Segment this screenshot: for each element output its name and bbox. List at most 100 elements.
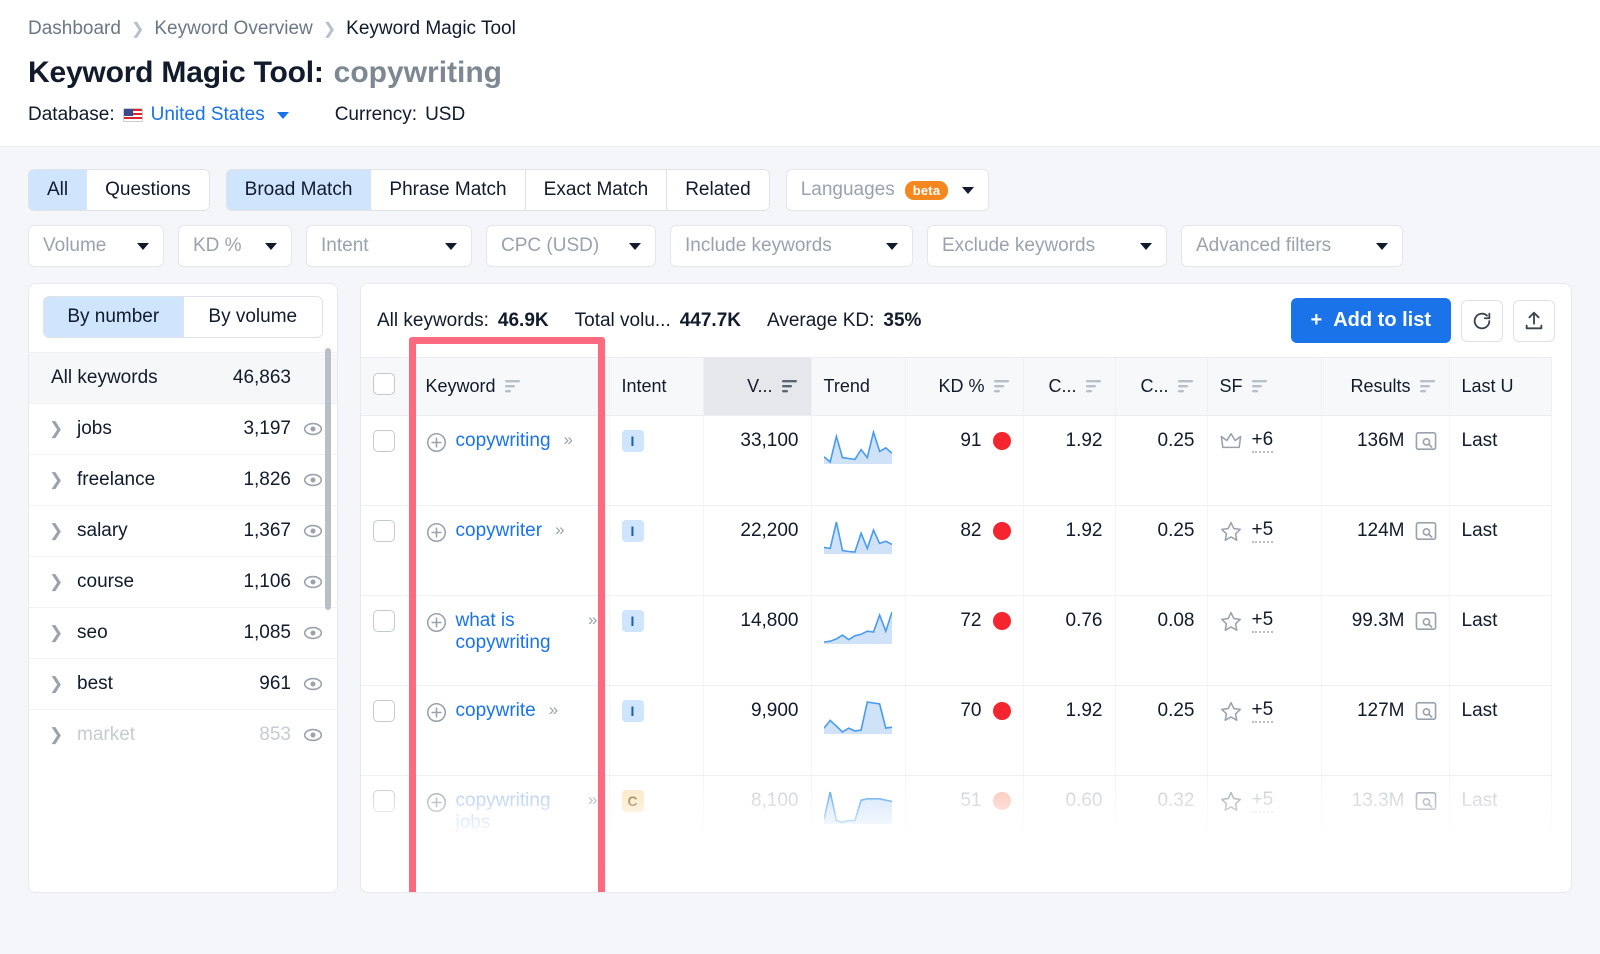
serp-icon[interactable] bbox=[1415, 521, 1437, 541]
breadcrumb-item-dashboard[interactable]: Dashboard bbox=[28, 18, 121, 40]
cell-intent[interactable]: I bbox=[609, 685, 704, 776]
eye-icon[interactable] bbox=[303, 623, 323, 643]
cell-sf[interactable]: +5 bbox=[1207, 685, 1322, 776]
tab-related[interactable]: Related bbox=[667, 170, 769, 210]
filter-cpc[interactable]: CPC (USD) bbox=[486, 225, 656, 267]
eye-icon[interactable] bbox=[303, 419, 323, 439]
sort-icon[interactable] bbox=[1177, 380, 1195, 393]
th-keyword[interactable]: Keyword bbox=[413, 357, 610, 416]
row-checkbox[interactable] bbox=[373, 790, 395, 812]
serp-icon[interactable] bbox=[1415, 431, 1437, 451]
star-icon[interactable] bbox=[1220, 521, 1242, 542]
sidebar-toggle-by-volume[interactable]: By volume bbox=[183, 297, 322, 337]
keyword-link[interactable]: what is copywriting bbox=[456, 610, 576, 654]
th-kd[interactable]: KD % bbox=[905, 357, 1024, 416]
sidebar-item-jobs[interactable]: ❯ jobs 3,197 bbox=[29, 403, 337, 454]
tab-broad-match[interactable]: Broad Match bbox=[226, 170, 372, 210]
cell-keyword[interactable]: copywriter » bbox=[413, 505, 610, 596]
chevron-right-icon[interactable]: ❯ bbox=[49, 470, 65, 490]
sort-icon[interactable] bbox=[1419, 380, 1437, 393]
sidebar-item-salary[interactable]: ❯ salary 1,367 bbox=[29, 505, 337, 556]
export-button[interactable] bbox=[1513, 299, 1555, 342]
cell-keyword[interactable]: copywriting jobs » bbox=[413, 775, 610, 866]
expand-chevrons-icon[interactable]: » bbox=[555, 520, 565, 540]
chevron-right-icon[interactable]: ❯ bbox=[49, 521, 65, 541]
cell-sf[interactable]: +6 bbox=[1207, 415, 1322, 506]
sf-more-count[interactable]: +5 bbox=[1251, 519, 1274, 543]
filter-volume[interactable]: Volume bbox=[28, 225, 164, 267]
filter-intent[interactable]: Intent bbox=[306, 225, 472, 267]
th-cpc[interactable]: C... bbox=[1023, 357, 1116, 416]
cell-checkbox[interactable] bbox=[361, 415, 414, 506]
sidebar-item-course[interactable]: ❯ course 1,106 bbox=[29, 556, 337, 607]
star-icon[interactable] bbox=[1220, 791, 1242, 812]
table-row[interactable]: copywriting jobs » C 8,100 51 0.60 0.32 +5 13.3M… bbox=[361, 775, 1552, 866]
th-volume[interactable]: V... bbox=[703, 357, 812, 416]
row-checkbox[interactable] bbox=[373, 520, 395, 542]
database-selector[interactable]: Database: United States bbox=[28, 104, 289, 126]
sidebar-toggle-by-number[interactable]: By number bbox=[44, 297, 184, 337]
tab-phrase-match[interactable]: Phrase Match bbox=[371, 170, 526, 210]
expand-chevrons-icon[interactable]: » bbox=[588, 610, 598, 630]
cell-sf[interactable]: +5 bbox=[1207, 595, 1322, 686]
eye-icon[interactable] bbox=[303, 521, 323, 541]
cell-sf[interactable]: +5 bbox=[1207, 775, 1322, 866]
sort-icon[interactable] bbox=[781, 380, 799, 393]
th-select-all[interactable] bbox=[361, 357, 414, 416]
cell-intent[interactable]: C bbox=[609, 775, 704, 866]
chevron-right-icon[interactable]: ❯ bbox=[49, 623, 65, 643]
tab-questions[interactable]: Questions bbox=[87, 170, 209, 210]
row-checkbox[interactable] bbox=[373, 700, 395, 722]
refresh-button[interactable] bbox=[1461, 299, 1503, 342]
th-results[interactable]: Results bbox=[1321, 357, 1450, 416]
cell-checkbox[interactable] bbox=[361, 775, 414, 866]
sf-more-count[interactable]: +5 bbox=[1251, 699, 1274, 723]
database-value[interactable]: United States bbox=[151, 104, 265, 126]
add-to-list-button[interactable]: + Add to list bbox=[1290, 298, 1451, 343]
add-keyword-icon[interactable] bbox=[426, 792, 447, 813]
row-checkbox[interactable] bbox=[373, 610, 395, 632]
table-row[interactable]: copywriting » I 33,100 91 1.92 0.25 +6 136M Last bbox=[361, 415, 1552, 506]
sf-more-count[interactable]: +5 bbox=[1251, 789, 1274, 813]
sidebar-scrollbar-thumb[interactable] bbox=[325, 348, 331, 610]
eye-icon[interactable] bbox=[303, 470, 323, 490]
sidebar-item-freelance[interactable]: ❯ freelance 1,826 bbox=[29, 454, 337, 505]
expand-chevrons-icon[interactable]: » bbox=[549, 700, 559, 720]
expand-chevrons-icon[interactable]: » bbox=[564, 430, 574, 450]
sidebar-scrollbar[interactable] bbox=[325, 348, 331, 718]
chevron-right-icon[interactable]: ❯ bbox=[49, 419, 65, 439]
chevron-right-icon[interactable]: ❯ bbox=[49, 674, 65, 694]
sort-icon[interactable] bbox=[1085, 380, 1103, 393]
crown-icon[interactable] bbox=[1220, 431, 1242, 451]
table-row[interactable]: what is copywriting » I 14,800 72 0.76 0.08 +5 9… bbox=[361, 595, 1552, 686]
sf-more-count[interactable]: +5 bbox=[1251, 609, 1274, 633]
keyword-link[interactable]: copywriter bbox=[456, 520, 543, 542]
sidebar-item-best[interactable]: ❯ best 961 bbox=[29, 658, 337, 709]
tab-all[interactable]: All bbox=[29, 170, 88, 210]
table-scroll-region[interactable]: Keyword Intent V... Trend KD % C... C...… bbox=[361, 357, 1571, 866]
sf-more-count[interactable]: +6 bbox=[1251, 429, 1274, 453]
cell-keyword[interactable]: copywrite » bbox=[413, 685, 610, 776]
keyword-link[interactable]: copywriting jobs bbox=[456, 790, 576, 834]
sidebar-item-seo[interactable]: ❯ seo 1,085 bbox=[29, 607, 337, 658]
star-icon[interactable] bbox=[1220, 611, 1242, 632]
select-all-checkbox[interactable] bbox=[373, 373, 395, 395]
chevron-down-icon[interactable] bbox=[276, 111, 289, 119]
row-checkbox[interactable] bbox=[373, 430, 395, 452]
sort-icon[interactable] bbox=[1251, 380, 1269, 393]
tab-exact-match[interactable]: Exact Match bbox=[525, 170, 668, 210]
th-sf[interactable]: SF bbox=[1207, 357, 1322, 416]
star-icon[interactable] bbox=[1220, 701, 1242, 722]
sidebar-item-market[interactable]: ❯ market 853 bbox=[29, 709, 337, 760]
filter-exclude-keywords[interactable]: Exclude keywords bbox=[927, 225, 1167, 267]
cell-checkbox[interactable] bbox=[361, 595, 414, 686]
sidebar-item-all-keywords[interactable]: All keywords 46,863 bbox=[29, 352, 337, 403]
serp-icon[interactable] bbox=[1415, 611, 1437, 631]
filter-include-keywords[interactable]: Include keywords bbox=[670, 225, 913, 267]
chevron-right-icon[interactable]: ❯ bbox=[49, 572, 65, 592]
breadcrumb-item-keyword-overview[interactable]: Keyword Overview bbox=[154, 18, 312, 40]
keyword-link[interactable]: copywrite bbox=[456, 700, 536, 722]
sort-icon[interactable] bbox=[993, 380, 1011, 393]
table-row[interactable]: copywrite » I 9,900 70 1.92 0.25 +5 127M Last bbox=[361, 685, 1552, 776]
serp-icon[interactable] bbox=[1415, 791, 1437, 811]
